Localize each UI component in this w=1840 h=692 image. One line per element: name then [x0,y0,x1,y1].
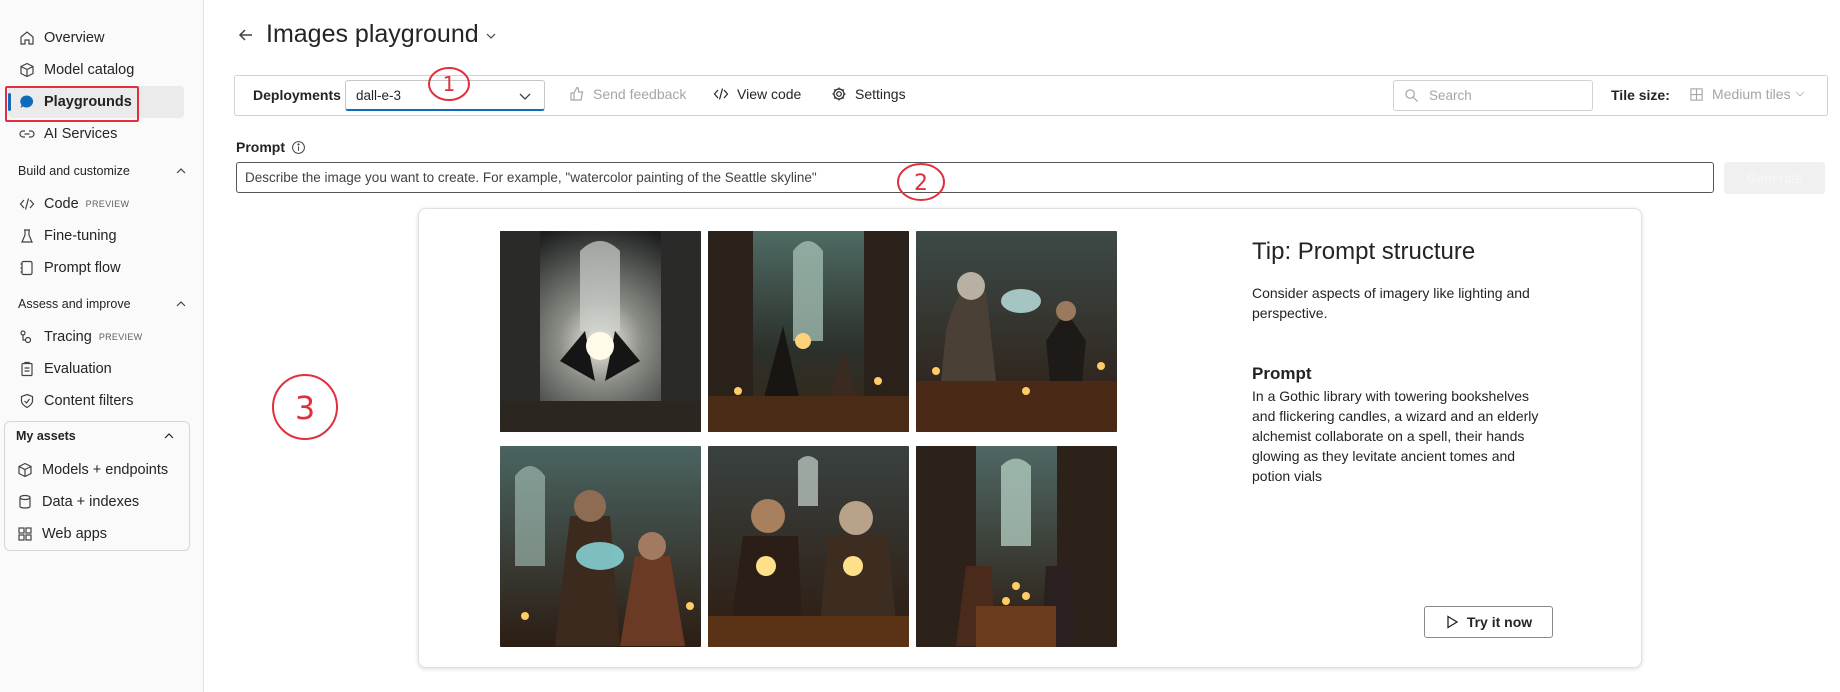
preview-badge: PREVIEW [98,332,143,342]
search-icon [1405,89,1419,103]
annotation-highlight-box [5,86,139,122]
prompt-label-row: Prompt [236,139,306,155]
annotation-circle-3: 3 [272,374,338,440]
prompt-input[interactable]: Describe the image you want to create. F… [236,162,1714,193]
sidebar-item-tracing[interactable]: Tracing PREVIEW [8,321,184,353]
sidebar-item-web-apps[interactable]: Web apps [6,518,182,550]
chevron-up-icon [162,429,176,443]
sidebar-item-prompt-flow[interactable]: Prompt flow [8,252,184,284]
section-build-and-customize[interactable]: Build and customize [18,164,188,178]
flow-icon [18,259,36,277]
sample-image-6 [916,446,1117,647]
chevron-down-icon [1795,91,1804,97]
gear-icon [832,87,846,101]
sidebar-item-label: Prompt flow [44,260,121,276]
sidebar-item-overview[interactable]: Overview [8,22,184,54]
apps-icon [16,525,34,543]
sidebar-item-ai-services[interactable]: AI Services [8,118,184,150]
page-title: Images playground [266,20,479,48]
sidebar-item-label: Code [44,196,79,212]
send-feedback-button[interactable]: Send feedback [569,86,686,102]
preview-badge: PREVIEW [85,199,130,209]
database-icon [16,493,34,511]
info-icon[interactable] [291,140,306,155]
settings-button[interactable]: Settings [831,86,906,102]
shield-icon [18,392,36,410]
app-root: Overview Model catalog Playgrounds AI Se… [0,0,1840,692]
code-icon [713,88,729,100]
play-icon [1447,615,1459,629]
view-code-label: View code [737,86,802,102]
section-label: My assets [16,429,76,443]
tip-prompt-text: In a Gothic library with towering booksh… [1252,388,1539,484]
sidebar-item-label: Models + endpoints [42,462,169,478]
sidebar-item-model-catalog[interactable]: Model catalog [8,54,184,86]
sample-image-4 [500,446,701,647]
sidebar-item-label: Tracing [44,329,92,345]
sidebar-item-label: AI Services [44,126,118,142]
sidebar-item-label: Content filters [44,393,134,409]
generate-label: Generate [1746,170,1803,186]
chevron-up-icon [174,164,188,178]
tip-prompt-heading: Prompt [1252,364,1312,383]
sidebar-item-label: Data + indexes [42,494,140,510]
prompt-placeholder: Describe the image you want to create. F… [245,170,817,185]
deployment-value: dall-e-3 [356,87,402,103]
sidebar-item-models-endpoints[interactable]: Models + endpoints [6,454,182,486]
back-arrow-icon[interactable] [236,25,256,45]
page-header: Images playground [236,20,497,49]
generate-button[interactable]: Generate [1724,162,1825,194]
search-input[interactable]: Search [1393,80,1593,111]
deployments-label: Deployments [253,87,341,103]
deployment-dropdown[interactable]: dall-e-3 [345,80,545,111]
cube-icon [16,461,34,479]
link-icon [18,125,36,143]
sidebar-item-code[interactable]: Code PREVIEW [8,188,184,220]
clipboard-icon [18,360,36,378]
toolbar: Deployments dall-e-3 Send feedback View … [234,75,1828,116]
sidebar-item-fine-tuning[interactable]: Fine-tuning [8,220,184,252]
tip-title: Tip: Prompt structure [1252,238,1476,265]
sidebar-item-label: Web apps [42,526,108,542]
feedback-icon [570,86,584,101]
search-placeholder: Search [1429,88,1472,103]
beaker-icon [18,227,36,245]
sample-image-1 [500,231,701,432]
tile-size-value: Medium tiles [1712,86,1791,102]
section-label: Build and customize [18,164,130,178]
home-icon [18,29,36,47]
sidebar-item-label: Evaluation [44,361,112,377]
sidebar-item-label: Model catalog [44,62,135,78]
tip-description: Consider aspects of imagery like lightin… [1252,285,1530,321]
sample-image-2 [708,231,909,432]
sidebar-item-label: Fine-tuning [44,228,117,244]
sidebar-item-evaluation[interactable]: Evaluation [8,353,184,385]
chevron-down-icon [518,89,532,103]
section-label: Assess and improve [18,297,131,311]
sidebar-item-label: Overview [44,30,105,46]
cube-icon [18,61,36,79]
sidebar-item-data-indexes[interactable]: Data + indexes [6,486,182,518]
sample-image-3 [916,231,1117,432]
section-my-assets[interactable]: My assets [16,429,176,443]
annotation-label-3: 3 [295,389,315,427]
tile-size-dropdown[interactable]: Medium tiles [1689,86,1813,102]
settings-label: Settings [855,86,906,102]
try-it-now-label: Try it now [1466,614,1533,630]
prompt-label: Prompt [236,139,285,155]
grid-icon [1690,87,1703,101]
chevron-down-icon[interactable] [485,29,497,41]
sidebar: Overview Model catalog Playgrounds AI Se… [0,0,204,692]
send-feedback-label: Send feedback [593,86,687,102]
chevron-up-icon [174,297,188,311]
view-code-button[interactable]: View code [713,86,801,102]
sidebar-item-content-filters[interactable]: Content filters [8,385,184,417]
tracing-icon [18,328,36,346]
code-icon [18,195,36,213]
try-it-now-button[interactable]: Try it now [1424,606,1553,638]
section-assess-and-improve[interactable]: Assess and improve [18,297,188,311]
sample-image-5 [708,446,909,647]
tile-size-label: Tile size: [1611,87,1670,103]
